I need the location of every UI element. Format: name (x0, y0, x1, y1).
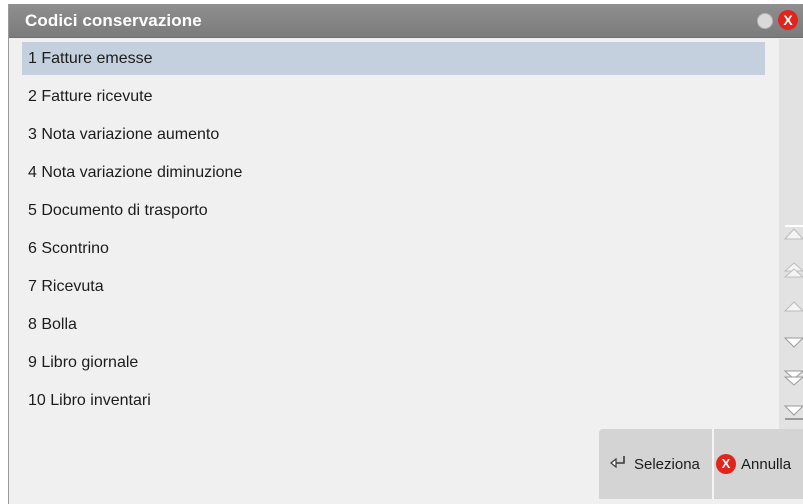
annulla-label: Annulla (741, 455, 792, 473)
scroll-page-up-icon[interactable] (783, 261, 803, 279)
title-bar: Codici conservazione X (9, 4, 803, 38)
list-item[interactable]: 3 Nota variazione aumento (22, 118, 765, 151)
list-item[interactable]: 5 Documento di trasporto (22, 194, 765, 227)
footer-divider (712, 429, 714, 499)
codes-list: 1 Fatture emesse 2 Fatture ricevute 3 No… (9, 39, 776, 434)
enter-arrow-icon (609, 454, 629, 474)
scroll-bottom-icon[interactable] (783, 403, 803, 421)
scrollbar[interactable] (779, 39, 803, 449)
list-item[interactable]: 10 Libro inventari (22, 384, 765, 417)
window-title: Codici conservazione (25, 11, 202, 30)
footer-button-bar: Seleziona X Annulla (599, 429, 803, 499)
seleziona-button[interactable]: Seleziona (609, 429, 700, 499)
scroll-up-icon[interactable] (783, 297, 803, 315)
minimize-button[interactable] (757, 13, 773, 29)
list-item[interactable]: 1 Fatture emesse (22, 42, 765, 75)
scroll-top-icon[interactable] (783, 224, 803, 242)
seleziona-label: Seleziona (634, 455, 700, 473)
scroll-down-icon[interactable] (783, 334, 803, 352)
list-item[interactable]: 2 Fatture ricevute (22, 80, 765, 113)
close-button[interactable]: X (778, 10, 798, 30)
list-item[interactable]: 4 Nota variazione diminuzione (22, 156, 765, 189)
list-item[interactable]: 7 Ricevuta (22, 270, 765, 303)
annulla-button[interactable]: X Annulla (716, 429, 791, 499)
dialog-window: Codici conservazione X 1 Fatture emesse … (8, 4, 803, 504)
list-item[interactable]: 9 Libro giornale (22, 346, 765, 379)
scroll-page-down-icon[interactable] (783, 369, 803, 387)
list-item[interactable]: 6 Scontrino (22, 232, 765, 265)
red-x-icon: X (716, 454, 736, 474)
list-item[interactable]: 8 Bolla (22, 308, 765, 341)
